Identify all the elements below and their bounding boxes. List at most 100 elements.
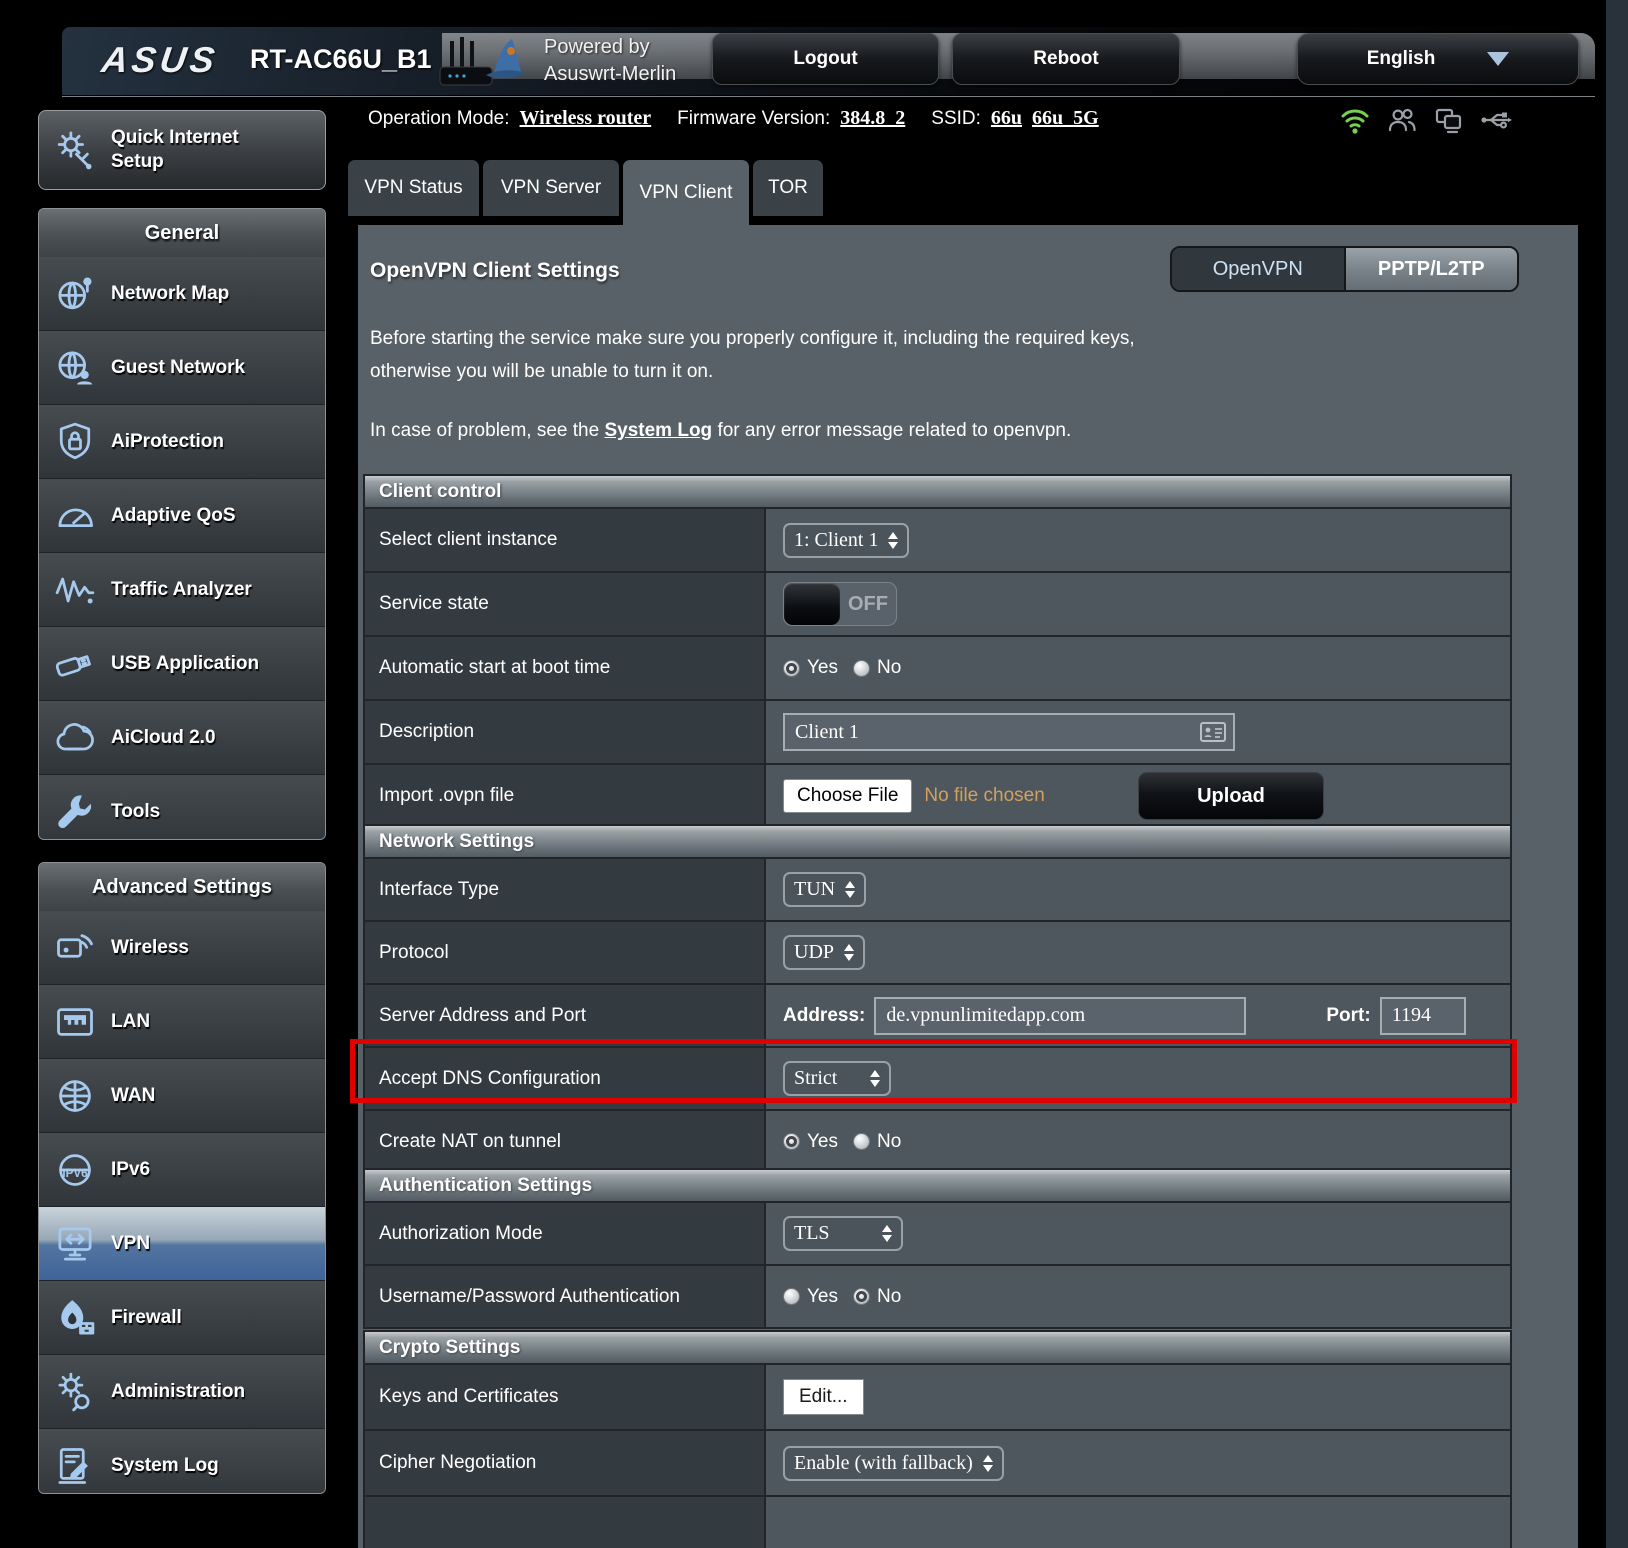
reboot-button[interactable]: Reboot (952, 33, 1180, 85)
sidebar-item-label: Tools (111, 801, 160, 823)
network-settings-header: Network Settings (365, 826, 1510, 859)
content-panel: OpenVPN Client Settings OpenVPN PPTP/L2T… (358, 225, 1578, 1548)
row-label: Protocol (365, 922, 764, 983)
usb-icon[interactable] (1479, 103, 1513, 137)
wifi-icon[interactable] (1338, 103, 1372, 137)
authorization-mode-select[interactable]: TLS (783, 1216, 903, 1251)
sidebar-item-label: Wireless (111, 937, 189, 959)
system-log-link[interactable]: System Log (604, 420, 712, 441)
page-title: OpenVPN Client Settings (370, 259, 620, 283)
status-bar: Operation Mode: Wireless router Firmware… (368, 107, 1099, 130)
select-arrows-icon (882, 1225, 892, 1242)
userpass-no-radio[interactable] (853, 1288, 870, 1305)
operation-mode-label: Operation Mode: (368, 108, 510, 130)
note-text: In case of problem, see the System Log f… (370, 420, 1071, 442)
row-label: Keys and Certificates (365, 1365, 764, 1429)
sidebar-item-aicloud[interactable]: AiCloud 2.0 (39, 700, 325, 774)
waveform-icon (39, 568, 111, 612)
status-icons (1338, 103, 1513, 137)
sidebar-item-label: AiProtection (111, 431, 224, 453)
clients-icon[interactable] (1385, 103, 1419, 137)
openvpn-segment[interactable]: OpenVPN (1172, 248, 1344, 290)
nat-no-radio[interactable] (853, 1133, 870, 1150)
sidebar-item-label: USB Application (111, 653, 259, 675)
sidebar-item-tools[interactable]: Tools (39, 774, 325, 840)
no-label: No (877, 1131, 901, 1153)
pptp-l2tp-segment[interactable]: PPTP/L2TP (1344, 248, 1518, 290)
yes-label: Yes (807, 1286, 838, 1308)
gear-icon (39, 1370, 111, 1414)
autostart-yes-radio[interactable] (783, 660, 800, 677)
cipher-negotiation-select[interactable]: Enable (with fallback) (783, 1446, 1004, 1481)
sidebar-item-guest-network[interactable]: Guest Network (39, 330, 325, 404)
table-row-auto-start: Automatic start at boot time Yes No (365, 635, 1510, 699)
tab-tor[interactable]: TOR (753, 160, 823, 216)
service-state-toggle[interactable]: OFF (783, 582, 897, 626)
top-banner: ASUS RT-AC66U_B1 Powered by Asuswrt-Merl… (62, 27, 1595, 95)
tab-vpn-server[interactable]: VPN Server (483, 160, 619, 216)
userpass-yes-radio[interactable] (783, 1288, 800, 1305)
nat-yes-radio[interactable] (783, 1133, 800, 1150)
operation-mode-value[interactable]: Wireless router (520, 107, 652, 130)
cipher-negotiation-value: Enable (with fallback) (794, 1452, 973, 1475)
sidebar-item-lan[interactable]: LAN (39, 984, 325, 1058)
sidebar-item-firewall[interactable]: Firewall (39, 1280, 325, 1354)
autostart-no-radio[interactable] (853, 660, 870, 677)
language-dropdown[interactable]: English (1297, 33, 1579, 85)
interface-type-select[interactable]: TUN (783, 872, 866, 907)
sidebar-item-label: Guest Network (111, 357, 245, 379)
sidebar-item-ipv6[interactable]: IPV6 IPv6 (39, 1132, 325, 1206)
sidebar-item-traffic-analyzer[interactable]: Traffic Analyzer (39, 552, 325, 626)
sidebar-item-label: Network Map (111, 283, 229, 305)
table-row-keys-certificates: Keys and Certificates Edit... (365, 1365, 1510, 1429)
ssid-5g-value[interactable]: 66u_5G (1032, 107, 1099, 130)
tab-vpn-status[interactable]: VPN Status (348, 160, 479, 216)
network-map-icon (39, 272, 111, 316)
logout-button[interactable]: Logout (712, 33, 939, 85)
sidebar-item-usb-application[interactable]: USB Application (39, 626, 325, 700)
general-section-title: General (39, 209, 325, 257)
client-instance-select[interactable]: 1: Client 1 (783, 523, 909, 558)
choose-file-button[interactable]: Choose File (783, 779, 912, 813)
sidebar-item-wireless[interactable]: Wireless (39, 911, 325, 984)
sidebar-item-wan[interactable]: WAN (39, 1058, 325, 1132)
server-address-input[interactable] (874, 997, 1246, 1035)
crypto-settings-header: Crypto Settings (365, 1332, 1510, 1365)
accept-dns-select[interactable]: Strict (783, 1061, 891, 1096)
server-port-input[interactable] (1380, 997, 1466, 1035)
table-row-protocol: Protocol UDP (365, 920, 1510, 983)
wireless-icon (39, 926, 111, 970)
select-arrows-icon (845, 881, 855, 898)
sidebar-item-administration[interactable]: Administration (39, 1354, 325, 1428)
quick-setup-icon (39, 128, 111, 172)
vpn-tab-bar: VPN Status VPN Server VPN Client TOR (348, 160, 823, 225)
row-label: Interface Type (365, 859, 764, 920)
description-input[interactable] (783, 713, 1235, 751)
protocol-select[interactable]: UDP (783, 935, 865, 970)
sidebar-item-label: LAN (111, 1011, 150, 1033)
edit-keys-button[interactable]: Edit... (783, 1379, 864, 1415)
cloud-icon (39, 716, 111, 760)
tab-vpn-client[interactable]: VPN Client (623, 160, 749, 225)
authentication-settings-table: Authentication Settings Authorization Mo… (363, 1168, 1512, 1329)
router-admin-page: ASUS RT-AC66U_B1 Powered by Asuswrt-Merl… (0, 0, 1628, 1548)
ssid-2g-value[interactable]: 66u (991, 107, 1022, 130)
devices-icon[interactable] (1432, 103, 1466, 137)
background-strip (1606, 0, 1628, 1548)
upload-button[interactable]: Upload (1138, 772, 1324, 820)
sidebar-item-aiprotection[interactable]: AiProtection (39, 404, 325, 478)
powered-by-line1: Powered by (544, 34, 676, 61)
firmware-value[interactable]: 384.8_2 (840, 107, 905, 130)
sidebar-item-vpn[interactable]: VPN (39, 1206, 325, 1280)
table-row-create-nat: Create NAT on tunnel Yes No (365, 1109, 1510, 1172)
client-list-icon[interactable] (1200, 722, 1226, 747)
interface-type-value: TUN (794, 878, 835, 901)
sidebar-item-adaptive-qos[interactable]: Adaptive QoS (39, 478, 325, 552)
sidebar-item-network-map[interactable]: Network Map (39, 257, 325, 330)
address-label: Address: (783, 1005, 865, 1027)
sidebar-item-label: Adaptive QoS (111, 505, 236, 527)
sidebar-item-system-log[interactable]: System Log (39, 1428, 325, 1494)
sidebar-item-label: Firewall (111, 1307, 182, 1329)
sidebar-item-quick-internet-setup[interactable]: Quick Internet Setup (38, 110, 326, 190)
gauge-icon (39, 494, 111, 538)
